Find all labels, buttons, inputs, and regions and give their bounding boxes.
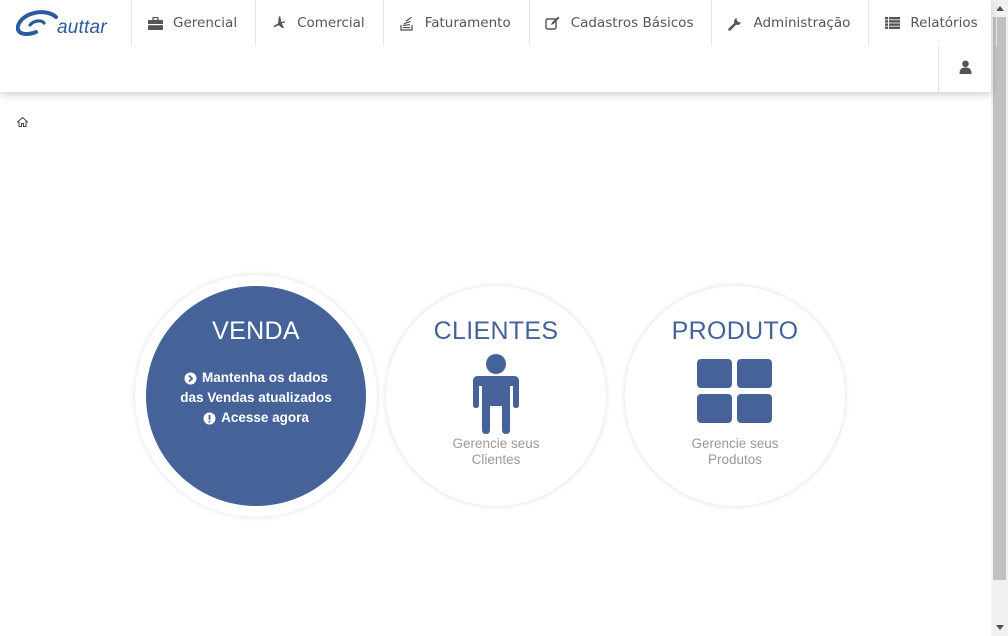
menu-label-comercial: Comercial xyxy=(297,15,365,31)
scroll-down-arrow-icon[interactable] xyxy=(991,619,1008,636)
produto-desc-line-1: Gerencie seus xyxy=(691,436,779,451)
menu-label-relatorios: Relatórios xyxy=(910,15,978,31)
person-icon xyxy=(386,354,606,434)
user-icon xyxy=(959,60,972,79)
breadcrumb-home[interactable] xyxy=(16,114,29,127)
menu-item-gerencial[interactable]: Gerencial xyxy=(131,0,255,46)
home-icon xyxy=(16,114,29,131)
main-menu: Gerencial Comercial Faturamento Cadastro… xyxy=(131,0,997,46)
venda-line-2-text: das Vendas atualizados xyxy=(180,390,332,405)
venda-line-3[interactable]: Acesse agora xyxy=(180,408,332,428)
menu-label-gerencial: Gerencial xyxy=(173,15,238,31)
list-icon xyxy=(884,15,900,31)
produto-tile[interactable]: PRODUTO Gerencie seus Produtos xyxy=(625,286,845,506)
edit-icon xyxy=(545,15,561,31)
venda-line-2: das Vendas atualizados xyxy=(180,388,332,408)
top-navbar: auttar Gerencial Comercial Faturamento C… xyxy=(0,0,997,92)
grid-icon xyxy=(625,359,845,423)
logo-text: auttar xyxy=(57,17,107,38)
menu-item-cadastros-basicos[interactable]: Cadastros Básicos xyxy=(528,0,712,46)
venda-line-1: Mantenha os dados xyxy=(180,368,332,388)
venda-title: VENDA xyxy=(212,317,300,345)
briefcase-icon xyxy=(147,15,163,31)
clientes-desc-line-1: Gerencie seus xyxy=(452,436,540,451)
chevron-circle-right-icon xyxy=(184,372,197,385)
produto-desc-line-2: Produtos xyxy=(707,452,763,467)
user-menu-button[interactable] xyxy=(938,46,991,92)
clientes-title: CLIENTES xyxy=(433,317,559,345)
logo-swoosh-icon xyxy=(16,10,58,36)
stack-icon xyxy=(399,15,415,31)
exclamation-circle-icon xyxy=(203,412,216,425)
produto-description: Gerencie seus Produtos xyxy=(625,436,845,468)
clientes-description: Gerencie seus Clientes xyxy=(386,436,606,468)
venda-tile[interactable]: VENDA Mantenha os dados das Vendas atual… xyxy=(146,286,366,506)
clientes-tile[interactable]: CLIENTES Gerencie seus Clientes xyxy=(386,286,606,506)
wrench-icon xyxy=(727,15,743,31)
venda-line-1-text: Mantenha os dados xyxy=(201,370,328,385)
menu-item-administracao[interactable]: Administração xyxy=(711,0,868,46)
vertical-scrollbar[interactable] xyxy=(991,0,1008,636)
menu-item-comercial[interactable]: Comercial xyxy=(255,0,383,46)
airplane-icon xyxy=(271,15,287,31)
clientes-desc-line-2: Clientes xyxy=(471,452,521,467)
auttar-logo[interactable]: auttar xyxy=(16,8,116,40)
venda-description: Mantenha os dados das Vendas atualizados… xyxy=(180,368,332,428)
venda-line-3-text: Acesse agora xyxy=(221,410,309,425)
produto-title: PRODUTO xyxy=(671,317,799,345)
menu-label-cadastros-basicos: Cadastros Básicos xyxy=(570,15,694,31)
menu-item-faturamento[interactable]: Faturamento xyxy=(382,0,529,46)
scrollbar-thumb[interactable] xyxy=(993,17,1006,580)
menu-label-administracao: Administração xyxy=(753,15,851,31)
menu-label-faturamento: Faturamento xyxy=(424,15,511,31)
menu-item-relatorios[interactable]: Relatórios xyxy=(868,0,997,46)
